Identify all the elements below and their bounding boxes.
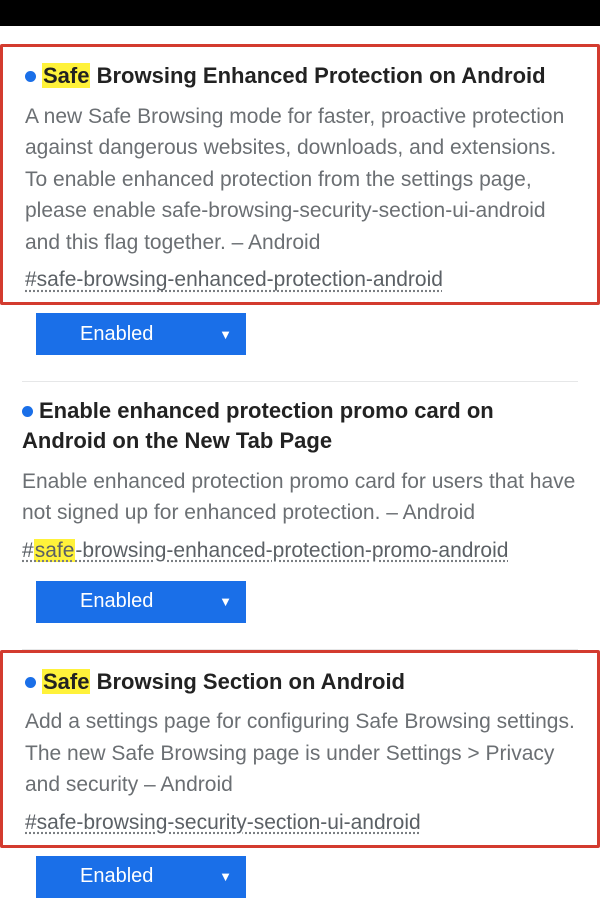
flag-select-row: Enabled ▼ bbox=[0, 305, 600, 369]
title-text: Browsing Section on Android bbox=[90, 669, 405, 694]
anchor-text: #safe-browsing-enhanced-protection-andro… bbox=[25, 268, 443, 291]
anchor-text: -browsing-enhanced-protection-promo-andr… bbox=[75, 539, 508, 562]
select-value: Enabled bbox=[80, 323, 153, 346]
select-value: Enabled bbox=[80, 865, 153, 888]
flag-select-row: Enabled ▼ bbox=[0, 573, 600, 637]
chevron-down-icon: ▼ bbox=[219, 870, 232, 883]
flag-status-select[interactable]: Enabled ▼ bbox=[36, 313, 246, 355]
flag-entry: Enable enhanced protection promo card on… bbox=[0, 382, 600, 572]
flag-status-select[interactable]: Enabled ▼ bbox=[36, 856, 246, 898]
flag-title: Safe Browsing Enhanced Protection on And… bbox=[25, 61, 575, 91]
title-text: Browsing Enhanced Protection on Android bbox=[90, 63, 545, 88]
chevron-down-icon: ▼ bbox=[219, 595, 232, 608]
flag-entry: Safe Browsing Section on Android Add a se… bbox=[0, 650, 600, 848]
title-highlight: Safe bbox=[42, 669, 90, 694]
flag-description: Add a settings page for configuring Safe… bbox=[25, 706, 575, 801]
bullet-icon bbox=[25, 677, 36, 688]
flag-select-row: Enabled ▼ bbox=[0, 848, 600, 912]
flag-description: A new Safe Browsing mode for faster, pro… bbox=[25, 101, 575, 259]
flag-description: Enable enhanced protection promo card fo… bbox=[22, 466, 578, 529]
anchor-highlight: safe bbox=[34, 539, 76, 562]
flag-anchor[interactable]: #safe-browsing-enhanced-protection-promo… bbox=[22, 539, 508, 563]
flags-page: Safe Browsing Enhanced Protection on And… bbox=[0, 0, 600, 912]
flag-entry: Safe Browsing Enhanced Protection on And… bbox=[0, 44, 600, 305]
flag-status-select[interactable]: Enabled ▼ bbox=[36, 581, 246, 623]
flags-container: Safe Browsing Enhanced Protection on And… bbox=[0, 44, 600, 912]
top-black-bar bbox=[0, 0, 600, 26]
flag-anchor[interactable]: #safe-browsing-enhanced-protection-andro… bbox=[25, 268, 443, 292]
anchor-text: # bbox=[22, 539, 34, 562]
chevron-down-icon: ▼ bbox=[219, 328, 232, 341]
title-text: Enable enhanced protection promo card on… bbox=[22, 398, 494, 453]
bullet-icon bbox=[25, 71, 36, 82]
anchor-text: #safe-browsing-security-section-ui-andro… bbox=[25, 811, 421, 834]
bullet-icon bbox=[22, 406, 33, 417]
flag-title: Enable enhanced protection promo card on… bbox=[22, 396, 578, 455]
flag-anchor[interactable]: #safe-browsing-security-section-ui-andro… bbox=[25, 811, 421, 835]
select-value: Enabled bbox=[80, 590, 153, 613]
flag-title: Safe Browsing Section on Android bbox=[25, 667, 575, 697]
title-highlight: Safe bbox=[42, 63, 90, 88]
